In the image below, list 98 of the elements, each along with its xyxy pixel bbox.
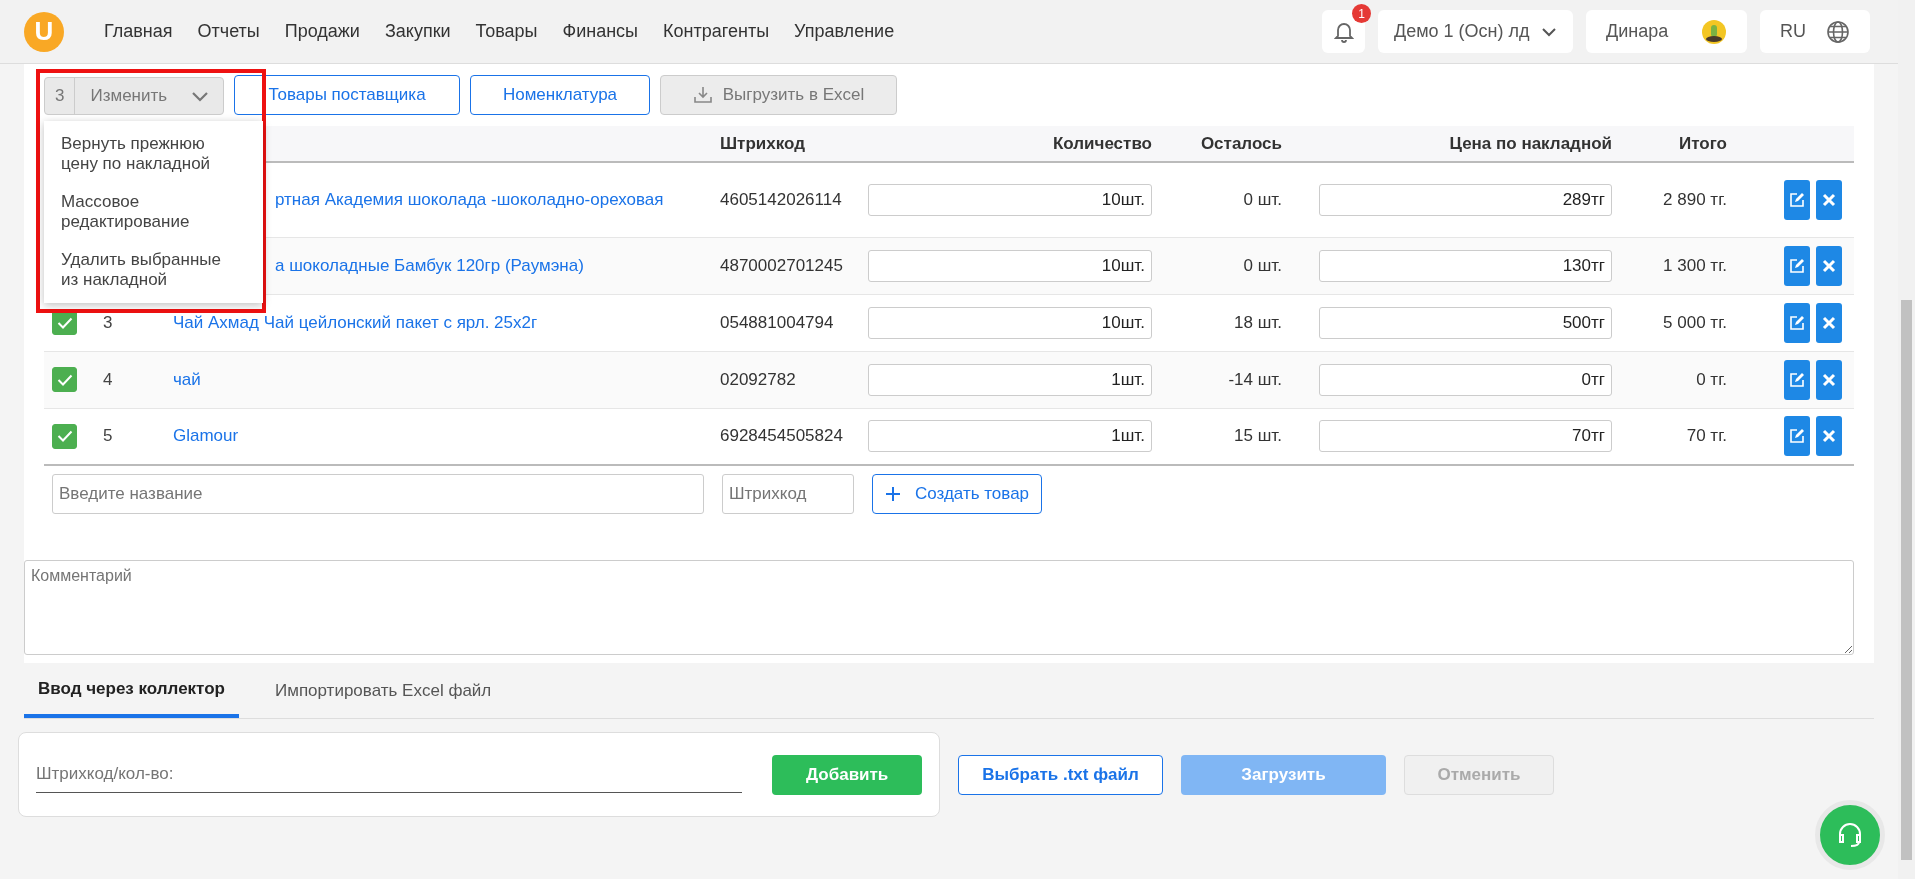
check-icon [56,373,73,386]
avatar-icon [1701,18,1727,45]
barcode-text: 6928454505824 [720,426,843,446]
edit-icon [1788,427,1806,446]
globe-icon [1826,19,1850,44]
chevron-icon [1541,26,1557,37]
remaining-text: 0 шт. [1243,189,1282,209]
tab[interactable]: Ввод через коллектор [24,663,239,718]
comment-field[interactable]: Комментарий [24,560,1854,655]
column-header: Цена по накладной [1290,126,1620,162]
price-field[interactable]: 70тг [1319,420,1612,453]
quantity-field[interactable]: 10шт. [868,183,1152,216]
price-field[interactable]: 130тг [1319,249,1612,282]
total-text: 1 300 тг. [1663,255,1727,275]
price-field[interactable]: 500тг [1319,306,1612,339]
toolbar-button[interactable]: Товары поставщика [234,74,460,115]
column-header: Штрихкод [712,126,860,162]
product-name-field[interactable]: Введите название [52,474,704,514]
row-checkbox[interactable] [52,367,77,392]
total-text: 2 890 тг. [1663,189,1727,209]
quantity-field[interactable]: 10шт. [868,306,1152,339]
nav-link[interactable]: Управление [794,21,895,42]
column-header: Итого [1620,126,1735,162]
close-icon [1822,258,1836,273]
row-number: 3 [103,312,113,332]
delete-button[interactable] [1816,179,1842,220]
language-select[interactable]: RU [1760,10,1870,53]
price-field[interactable]: 289тг [1319,183,1612,216]
tab[interactable]: Импортировать Excel файл [260,663,506,718]
edit-button[interactable] [1784,179,1810,220]
barcode-text: 4605142026114 [720,189,842,209]
edit-icon [1788,256,1806,275]
remaining-text: 0 шт. [1243,255,1282,275]
quantity-field[interactable]: 1шт. [868,420,1152,453]
chevron-icon [191,90,209,102]
column-header: Количество [860,126,1160,162]
check-icon [56,430,73,443]
menu-item[interactable]: Удалить выбранные из накладной [44,241,263,299]
nav-link[interactable]: Товары [475,21,538,42]
remaining-text: 18 шт. [1234,312,1282,332]
barcode-text: 02092782 [720,369,796,389]
close-icon [1822,315,1836,330]
delete-button[interactable] [1816,416,1842,457]
close-icon [1822,192,1836,207]
quantity-field[interactable]: 10шт. [868,249,1152,282]
delete-button[interactable] [1816,302,1842,343]
download-icon [692,85,713,104]
check-icon [56,316,73,329]
column-header: Осталось [1160,126,1290,162]
row-checkbox[interactable] [52,423,77,449]
price-field[interactable]: 0тг [1319,363,1612,396]
row-number: 5 [103,426,113,446]
barcode-text: 4870002701245 [720,255,843,275]
delete-button[interactable] [1816,359,1842,400]
edit-button[interactable] [1784,302,1810,343]
product-link[interactable]: Чай Ахмад Чай цейлонский пакет с ярл. 25х2г [173,312,538,332]
edit-button[interactable] [1784,245,1810,286]
edit-icon [1788,313,1806,332]
total-text: 70 тг. [1686,426,1727,446]
total-text: 0 тг. [1696,369,1727,389]
edit-icon [1788,190,1806,209]
product-link[interactable]: Glamour [173,426,239,446]
row-number: 4 [103,369,113,389]
delete-button[interactable] [1816,245,1842,286]
change-button[interactable]: 3 Изменить [44,77,224,115]
edit-button[interactable] [1784,416,1810,457]
notifications-button[interactable] [1322,10,1365,53]
user-menu[interactable]: Динара [1586,10,1747,53]
nav-link[interactable]: Продажи [284,21,360,42]
store-select[interactable]: Демо 1 (Осн) лд [1378,10,1573,53]
bell-icon [1333,20,1354,43]
product-link[interactable]: а шоколадные Бамбук 120гр (Раумэна) [275,255,584,276]
quantity-field[interactable]: 1шт. [868,363,1152,396]
nav-link[interactable]: Главная [104,21,173,42]
close-icon [1822,429,1836,444]
close-icon [1822,372,1836,387]
file-button[interactable]: Выбрать .txt файл [958,754,1163,795]
create-product-button[interactable]: Создать товар [872,474,1042,514]
plus-icon [884,486,901,502]
toolbar-button[interactable]: Номенклатура [470,74,650,115]
menu-item[interactable]: Массовое редактирование [44,183,263,241]
notification-badge: 1 [1352,4,1371,23]
barcode-quantity-field[interactable]: Штрихкод/кол-во: [36,756,743,793]
barcode-text: 054881004794 [720,312,834,332]
product-link[interactable]: чай [173,369,201,389]
nav-link[interactable]: Отчеты [197,21,260,42]
barcode-field[interactable]: Штрихкод [722,474,854,514]
product-link[interactable]: ртная Академия шоколада -шоколадно-ореховая [275,189,664,210]
total-text: 5 000 тг. [1663,312,1727,332]
edit-icon [1788,370,1806,389]
nav-link[interactable]: Контрагенты [663,21,770,42]
remaining-text: 15 шт. [1234,426,1282,446]
toolbar-button[interactable]: Выгрузить в Excel [660,74,897,115]
nav-link[interactable]: Финансы [562,21,639,42]
menu-item[interactable]: Вернуть прежнюю цену по накладной [44,125,263,183]
edit-button[interactable] [1784,359,1810,400]
nav-link[interactable]: Закупки [384,21,451,42]
remaining-text: -14 шт. [1228,369,1282,389]
